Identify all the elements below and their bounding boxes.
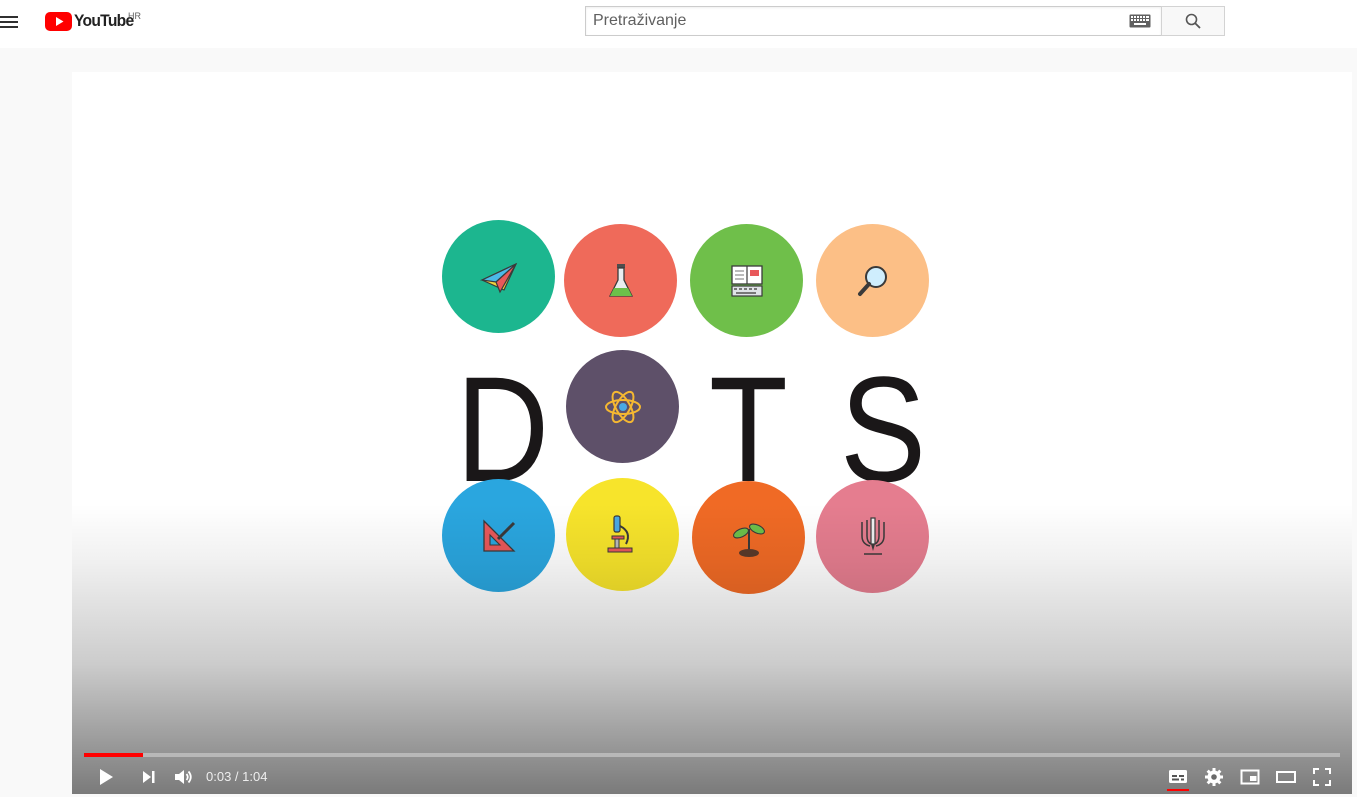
volume-icon [175, 770, 192, 784]
settings-button[interactable] [1200, 763, 1228, 791]
atom-icon [604, 390, 641, 423]
next-button[interactable] [134, 763, 162, 791]
fullscreen-button[interactable] [1308, 763, 1336, 791]
subtitles-active-indicator [1167, 789, 1189, 791]
time-separator: / [231, 769, 243, 784]
set-square-icon [482, 518, 516, 552]
magnifier-icon [857, 265, 887, 296]
player-controls: 0:03 / 1:04 [72, 760, 1352, 794]
logo-text: YouTube [74, 11, 134, 30]
next-icon [143, 771, 155, 783]
menu-bar [0, 21, 18, 23]
youtube-play-icon [45, 11, 72, 31]
flask-icon [608, 263, 633, 297]
dot-seedling [692, 481, 805, 594]
youtube-logo[interactable]: YouTube [45, 10, 139, 32]
seedling-icon [732, 522, 765, 557]
dot-book-keyboard [690, 224, 803, 337]
menu-bar [0, 16, 18, 18]
dot-set-square [442, 479, 555, 592]
theater-mode-icon [1276, 771, 1296, 783]
search-button[interactable] [1161, 6, 1225, 36]
dot-paper-plane [442, 220, 555, 333]
miniplayer-icon [1240, 769, 1260, 785]
search-box [585, 6, 1161, 36]
time-display: 0:03 / 1:04 [206, 769, 267, 784]
volume-button[interactable] [169, 763, 197, 791]
search-input[interactable] [586, 8, 1129, 34]
book-keyboard-icon [730, 264, 763, 297]
dot-pencil-roots [816, 480, 929, 593]
dot-magnifier [816, 224, 929, 337]
video-frame[interactable]: D T S [72, 72, 1352, 794]
play-icon [100, 769, 113, 785]
theater-mode-button[interactable] [1272, 763, 1300, 791]
pencil-roots-icon [860, 516, 885, 555]
dot-flask [564, 224, 677, 337]
settings-icon [1205, 768, 1223, 786]
subtitles-button[interactable] [1164, 763, 1192, 791]
guide-menu-button[interactable] [0, 12, 20, 32]
dot-atom [566, 350, 679, 463]
time-duration: 1:04 [242, 769, 268, 784]
miniplayer-button[interactable] [1236, 763, 1264, 791]
search-bar [585, 6, 1225, 36]
microscope-icon [607, 514, 632, 552]
masthead: YouTube HR [0, 0, 1357, 48]
fullscreen-icon [1313, 768, 1331, 786]
progress-bar[interactable] [84, 753, 1340, 757]
search-icon [1185, 13, 1201, 29]
subtitles-icon [1169, 770, 1187, 783]
time-current: 0:03 [206, 769, 232, 784]
progress-played [84, 753, 144, 757]
dot-microscope [566, 478, 679, 591]
keyboard-icon[interactable] [1129, 14, 1151, 28]
menu-bar [0, 26, 18, 28]
video-player[interactable]: D T S 0:03 / 1:04 [72, 72, 1352, 794]
country-code: HR [128, 11, 141, 21]
paper-plane-icon [479, 262, 517, 293]
play-button[interactable] [92, 763, 120, 791]
